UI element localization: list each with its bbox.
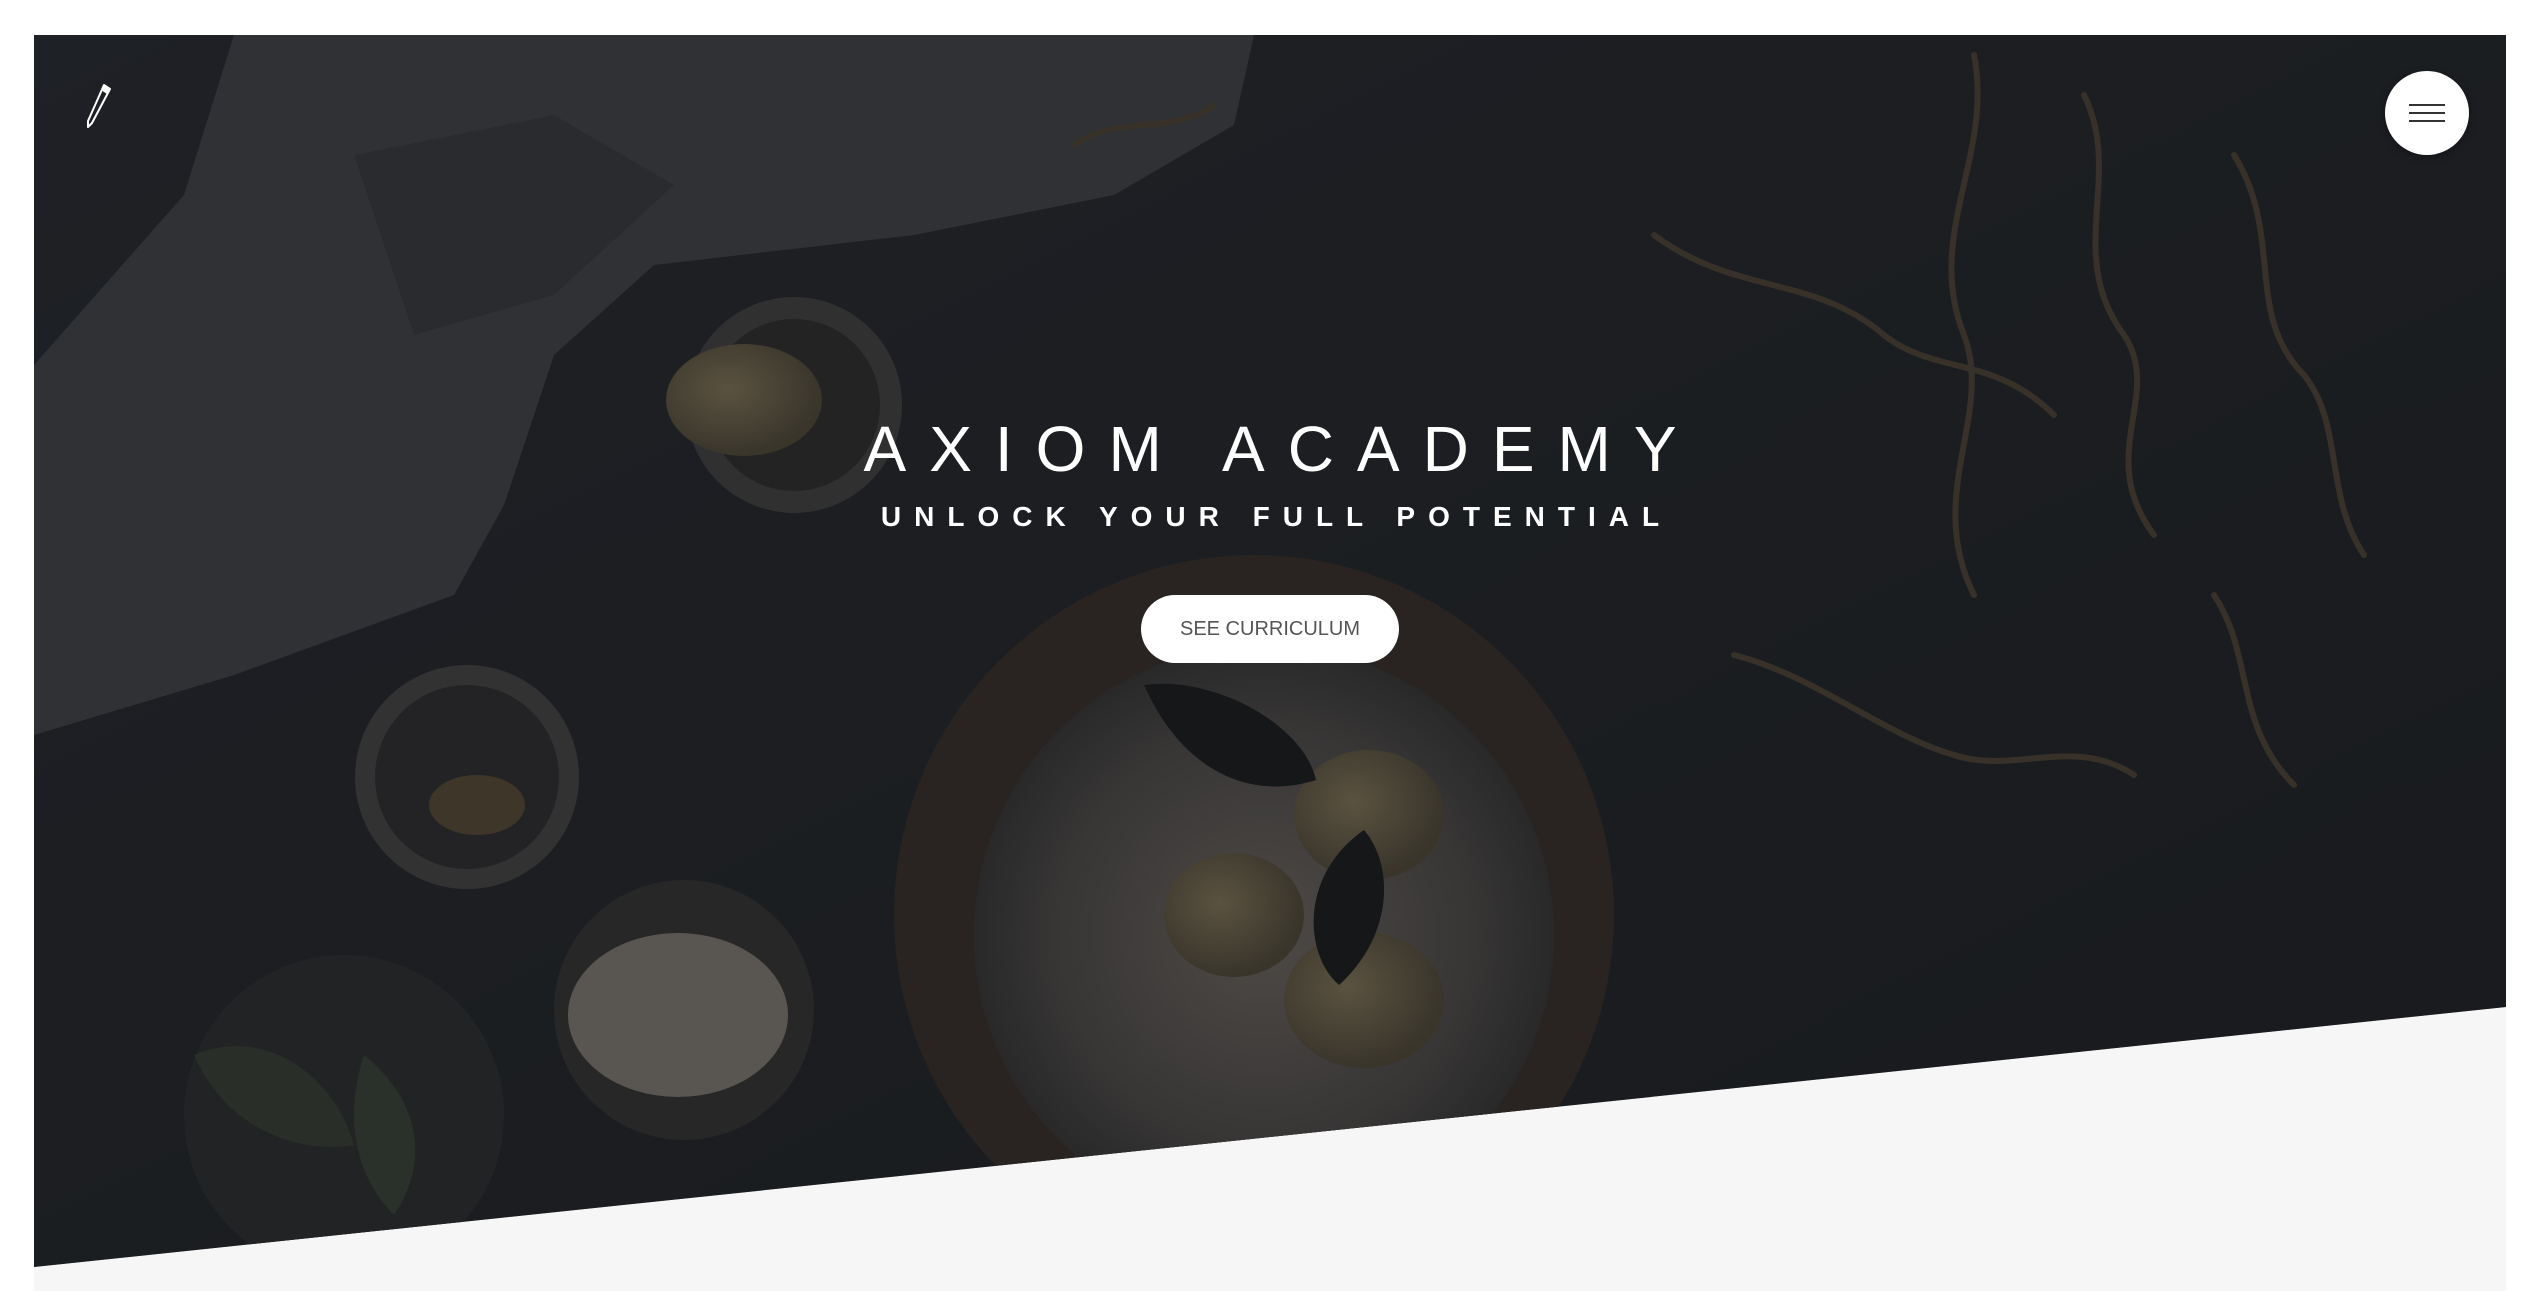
hamburger-menu-icon-bar [2409, 112, 2445, 114]
hero-title: AXIOM ACADEMY [863, 413, 1700, 485]
page: AXIOM ACADEMY UNLOCK YOUR FULL POTENTIAL… [0, 0, 2530, 1291]
hamburger-menu-icon-bar [2409, 120, 2445, 122]
hero-subtitle: UNLOCK YOUR FULL POTENTIAL [880, 501, 1673, 532]
hero-section [34, 35, 2506, 1291]
hamburger-menu-icon [2409, 104, 2445, 106]
page-frame: AXIOM ACADEMY UNLOCK YOUR FULL POTENTIAL… [34, 35, 2506, 1291]
logo-pen-nib-icon[interactable] [80, 81, 120, 131]
menu-button[interactable] [2385, 71, 2469, 155]
hero-background-image [34, 35, 2506, 1267]
see-curriculum-button[interactable]: SEE CURRICULUM [1141, 595, 1399, 663]
